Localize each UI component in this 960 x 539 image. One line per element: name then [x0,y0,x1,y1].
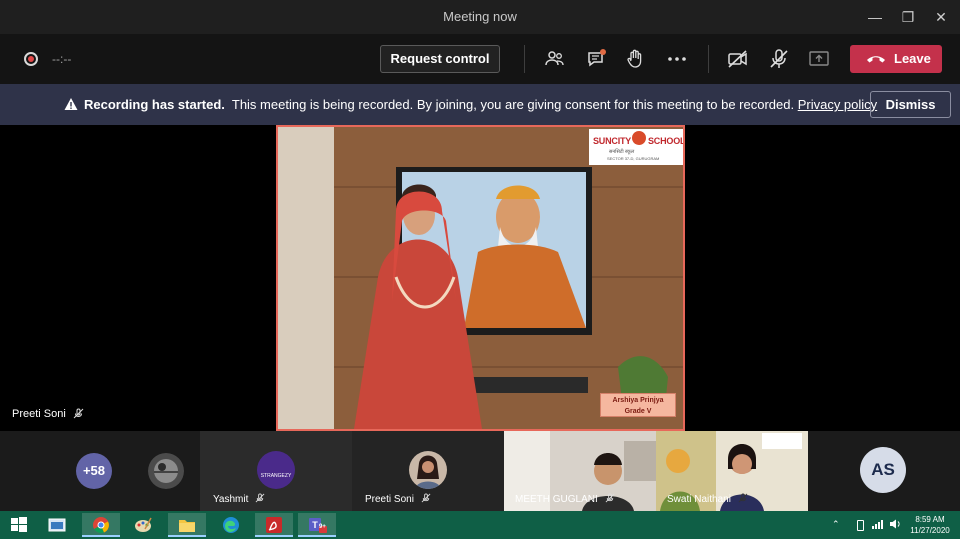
camera-off-icon[interactable] [725,46,751,72]
participant-name: Swati Naithani [667,494,731,505]
participant-avatar[interactable] [148,453,184,489]
minimize-button[interactable]: — [864,6,886,28]
windows-start-icon[interactable] [0,513,38,537]
student-grade: Grade V [624,408,652,415]
more-participants-badge[interactable]: +58 [76,453,112,489]
hang-up-icon [867,56,885,63]
participants-icon[interactable] [542,46,568,72]
student-name: Arshiya Prinjya [612,397,664,404]
restore-button[interactable]: ❐ [897,6,919,28]
recording-banner: Recording has started. This meeting is b… [0,84,960,125]
recording-consent-text: This meeting is being recorded. By joini… [231,97,795,112]
meeting-timer: --:-- [52,52,72,66]
edge-icon[interactable] [212,513,250,537]
recording-indicator-icon [24,52,38,66]
title-bar: Meeting now — ❐ ✕ [0,0,960,34]
student-name-tag: Arshiya Prinjya Grade V [600,393,676,417]
participant-name-label: MEETH GUGLANI [515,493,615,505]
teams-notification-badge: 9+ [319,524,326,530]
recording-message: Recording has started. This meeting is b… [84,97,877,112]
participant-name: MEETH GUGLANI [515,494,598,505]
volume-icon[interactable] [889,519,901,531]
battery-icon[interactable] [857,520,864,531]
participant-tile-yashmit[interactable]: STRANGEZY Yashmit [200,431,352,511]
participant-avatar-text: STRANGEZY [260,473,292,479]
participant-name: Yashmit [213,494,249,505]
participant-tile-swati-naithani[interactable]: Swati Naithani [656,431,808,511]
tray-overflow-icon[interactable]: ⌃ [832,519,840,530]
window-title: Meeting now [443,9,517,24]
file-explorer-icon[interactable] [168,513,206,537]
mic-muted-icon [605,493,614,503]
teams-icon[interactable]: T 9+ [298,513,336,537]
participant-name-label: Swati Naithani [667,493,748,505]
close-window-button[interactable]: ✕ [930,6,952,28]
dismiss-button[interactable]: Dismiss [870,91,951,118]
warning-icon [64,98,78,110]
school-name-left: SUNCITY [593,136,632,146]
stage-speaker-label: Preeti Soni [12,408,84,420]
school-address: SECTOR 37-D, GURUGRAM [607,156,660,161]
mic-muted-icon [73,408,84,419]
more-options-icon[interactable] [664,46,690,72]
wifi-icon[interactable] [872,519,884,531]
chrome-icon[interactable] [82,513,120,537]
mic-off-icon[interactable] [766,46,792,72]
paint-icon[interactable] [124,513,162,537]
video-frame-image [278,127,683,429]
share-screen-icon[interactable] [806,46,832,72]
mic-muted-icon [421,493,431,503]
participant-avatar [409,451,447,489]
school-subtitle: सनसिटी स्कूल [609,149,635,155]
chat-icon[interactable] [584,46,610,72]
raise-hand-icon[interactable] [622,46,648,72]
participant-name-label: Preeti Soni [365,493,431,505]
participant-initials-avatar[interactable]: AS [860,447,906,493]
toolbar-divider [708,45,709,73]
toolbar-divider [524,45,525,73]
participant-name-label: Yashmit [213,493,265,505]
recording-title: Recording has started. [84,97,225,112]
request-control-button[interactable]: Request control [380,45,500,73]
school-name-right: SCHOOL [648,136,685,146]
school-logo-ball-icon [632,131,646,145]
participant-name: Preeti Soni [365,494,414,505]
pdf-reader-icon[interactable] [255,513,293,537]
taskbar-clock[interactable]: 8:59 AM 11/27/2020 [906,514,954,536]
leave-label: Leave [894,51,931,66]
clock-date: 11/27/2020 [910,526,950,535]
main-stage: SUNCITY SCHOOL सनसिटी स्कूल SECTOR 37-D,… [0,125,960,431]
explorer-window-icon[interactable] [38,513,76,537]
mic-muted-icon [738,493,748,503]
clock-time: 8:59 AM [915,515,945,524]
meeting-toolbar: --:-- Request control Leave [0,34,960,84]
school-logo: SUNCITY SCHOOL सनसिटी स्कूल SECTOR 37-D,… [589,129,683,165]
participant-tile-meeth-guglani[interactable]: MEETH GUGLANI [504,431,656,511]
leave-button[interactable]: Leave [850,45,942,73]
shared-video-feed[interactable]: SUNCITY SCHOOL सनसिटी स्कूल SECTOR 37-D,… [276,125,685,431]
participant-tile-preeti-soni[interactable]: Preeti Soni [352,431,504,511]
participant-strip: +58 STRANGEZY Yashmit Preeti Soni MEETH … [0,431,960,511]
svg-text:T: T [312,520,318,530]
participant-avatar: STRANGEZY [257,451,295,489]
stage-speaker-name: Preeti Soni [12,408,66,420]
windows-taskbar: T 9+ ⌃ 8:59 AM 11/27/2020 [0,511,960,539]
privacy-policy-link[interactable]: Privacy policy [798,97,877,112]
mic-muted-icon [255,493,265,503]
